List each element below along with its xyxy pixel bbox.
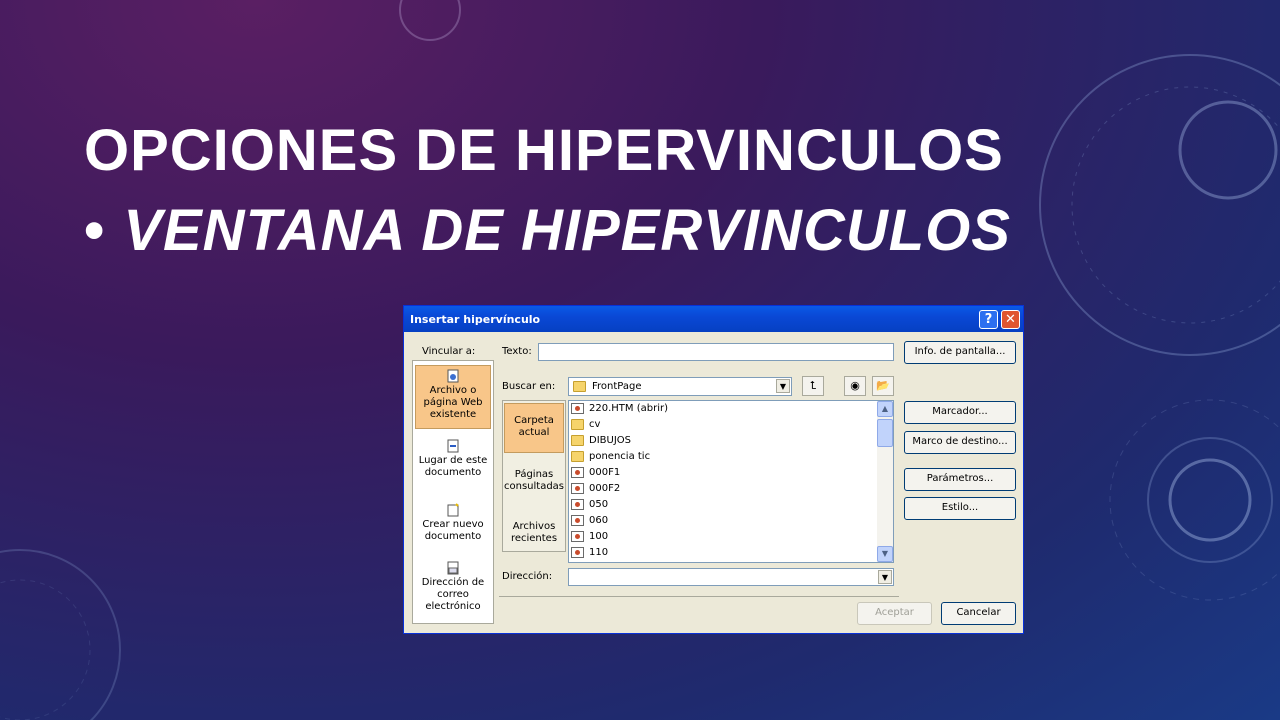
- new-document-icon: [447, 503, 459, 517]
- list-item[interactable]: 000F2: [571, 481, 620, 497]
- link-option-label: Archivo o página Web existente: [423, 385, 483, 420]
- link-option-label: Dirección de correo electrónico: [421, 577, 485, 612]
- slide-subtitle-text: VENTANA DE HIPERVINCULOS: [123, 198, 1011, 263]
- folder-icon: [571, 434, 584, 446]
- scroll-down-icon[interactable]: ▼: [877, 546, 893, 562]
- file-name: 060: [589, 515, 609, 526]
- divider: [499, 596, 899, 597]
- list-item[interactable]: cv: [571, 417, 600, 433]
- up-folder-icon[interactable]: ⮤: [802, 376, 824, 396]
- link-to-label: Vincular a:: [422, 346, 476, 357]
- bullet-icon: •: [84, 198, 106, 263]
- insert-hyperlink-dialog: Insertar hipervínculo ? ✕ Vincular a: Ar…: [403, 305, 1024, 634]
- scrollbar-thumb[interactable]: [877, 419, 893, 447]
- address-combo[interactable]: ▼: [568, 568, 894, 586]
- folder-icon: [571, 450, 584, 462]
- file-name: 110: [589, 547, 609, 558]
- bookmark-button[interactable]: Marcador...: [904, 401, 1016, 424]
- sidebar-item-recent-files[interactable]: Archivos recientes: [504, 521, 564, 551]
- email-icon: [447, 561, 459, 575]
- file-name: ponencia tic: [589, 451, 651, 462]
- look-in-combo[interactable]: FrontPage ▼: [568, 377, 792, 396]
- sidebar-item-browsed-pages[interactable]: Páginas consultadas: [504, 469, 564, 499]
- cancel-button[interactable]: Cancelar: [941, 602, 1016, 625]
- file-list-scrollbar[interactable]: ▲ ▼: [877, 401, 893, 562]
- link-option-label: Lugar de este documento: [418, 455, 488, 478]
- web-page-icon: [571, 530, 584, 542]
- ok-button[interactable]: Aceptar: [857, 602, 932, 625]
- list-item[interactable]: 000F1: [571, 465, 620, 481]
- slide-title: OPCIONES DE HIPERVINCULOS: [84, 118, 1004, 183]
- file-name: 100: [589, 531, 609, 542]
- link-to-bar: Archivo o página Web existente Lugar de …: [412, 360, 494, 624]
- browse-file-icon[interactable]: 📂: [872, 376, 894, 396]
- file-list: 220.HTM (abrir) cv DIBUJOS ponencia tic …: [568, 400, 894, 563]
- address-label: Dirección:: [502, 571, 553, 582]
- style-button[interactable]: Estilo...: [904, 497, 1016, 520]
- list-item[interactable]: DIBUJOS: [571, 433, 631, 449]
- text-label: Texto:: [502, 346, 532, 357]
- file-name: DIBUJOS: [589, 435, 631, 446]
- web-page-icon: [571, 466, 584, 478]
- web-page-icon: [571, 498, 584, 510]
- web-page-icon: [447, 369, 459, 383]
- file-name: 000F1: [589, 467, 621, 478]
- scroll-up-icon[interactable]: ▲: [877, 401, 893, 417]
- list-item[interactable]: 110: [571, 545, 608, 561]
- look-in-value: FrontPage: [592, 381, 642, 392]
- link-option-label: Crear nuevo documento: [422, 519, 484, 542]
- chevron-down-icon[interactable]: ▼: [878, 570, 892, 584]
- list-item[interactable]: 060: [571, 513, 608, 529]
- folder-icon: [571, 418, 584, 430]
- link-option-email-address[interactable]: Dirección de correo electrónico: [415, 561, 491, 621]
- slide-subtitle: • VENTANA DE HIPERVINCULOS: [84, 198, 1011, 264]
- text-input[interactable]: [538, 343, 894, 361]
- web-page-icon: [571, 402, 584, 414]
- list-item[interactable]: ponencia tic: [571, 449, 650, 465]
- dialog-title: Insertar hipervínculo: [410, 313, 541, 326]
- sidebar-item-current-folder[interactable]: Carpeta actual: [504, 403, 564, 453]
- folder-icon: [573, 381, 586, 392]
- target-frame-button[interactable]: Marco de destino...: [904, 431, 1016, 454]
- list-item[interactable]: 050: [571, 497, 608, 513]
- file-name: 000F2: [589, 483, 621, 494]
- screen-tip-button[interactable]: Info. de pantalla...: [904, 341, 1016, 364]
- document-place-icon: [447, 439, 459, 453]
- file-name: 220.HTM (abrir): [589, 403, 668, 414]
- web-page-icon: [571, 482, 584, 494]
- web-page-icon: [571, 514, 584, 526]
- browse-sidebar: Carpeta actual Páginas consultadas Archi…: [502, 400, 566, 552]
- parameters-button[interactable]: Parámetros...: [904, 468, 1016, 491]
- link-option-existing-file[interactable]: Archivo o página Web existente: [415, 365, 491, 429]
- list-item[interactable]: 100: [571, 529, 608, 545]
- browse-web-icon[interactable]: ◉: [844, 376, 866, 396]
- look-in-label: Buscar en:: [502, 381, 556, 392]
- list-item[interactable]: 220.HTM (abrir): [571, 401, 668, 417]
- dialog-titlebar[interactable]: Insertar hipervínculo ? ✕: [404, 306, 1023, 332]
- chevron-down-icon[interactable]: ▼: [776, 379, 790, 393]
- close-button[interactable]: ✕: [1001, 310, 1020, 329]
- web-page-icon: [571, 546, 584, 558]
- file-name: cv: [589, 419, 601, 430]
- file-name: 050: [589, 499, 609, 510]
- help-button[interactable]: ?: [979, 310, 998, 329]
- link-option-place-in-document[interactable]: Lugar de este documento: [415, 439, 491, 489]
- link-option-new-document[interactable]: Crear nuevo documento: [415, 503, 491, 553]
